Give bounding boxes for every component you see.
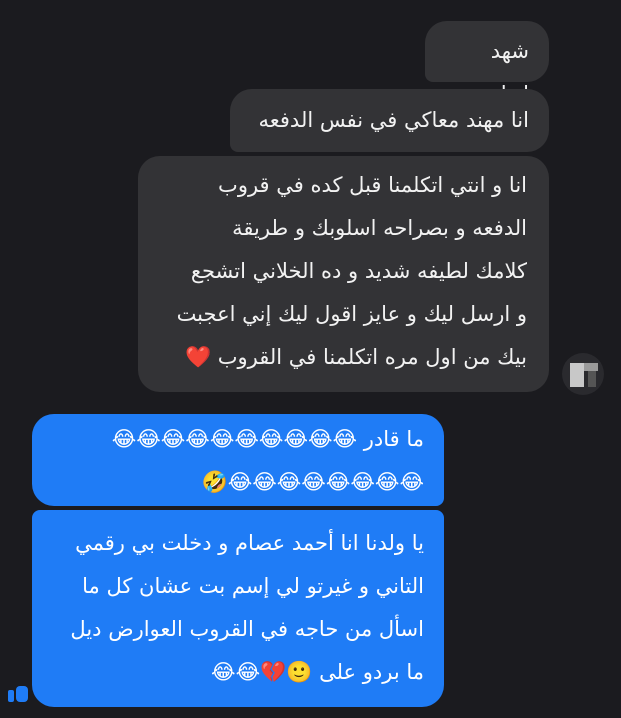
avatar-image-part: [584, 363, 598, 371]
outgoing-message[interactable]: يا ولدنا انا أحمد عصام و دخلت بي رقمي ال…: [32, 510, 444, 707]
incoming-message[interactable]: انا و انتي اتكلمنا قبل كده في قروب الدفع…: [138, 156, 549, 392]
avatar-image-part: [588, 371, 596, 387]
chat-thread: شهد إزيك انا مهند معاكي في نفس الدفعه ان…: [0, 0, 621, 718]
sender-avatar[interactable]: [562, 353, 604, 395]
incoming-message[interactable]: انا مهند معاكي في نفس الدفعه: [230, 89, 549, 152]
read-receipt-icon: [8, 686, 28, 702]
incoming-message[interactable]: شهد إزيك: [425, 21, 549, 106]
outgoing-message[interactable]: ما قادر 😂😂😂😂😂😂😂😂😂😂 😂😂😂😂😂😂😂😂🤣: [32, 414, 444, 506]
avatar-image-part: [570, 363, 584, 387]
